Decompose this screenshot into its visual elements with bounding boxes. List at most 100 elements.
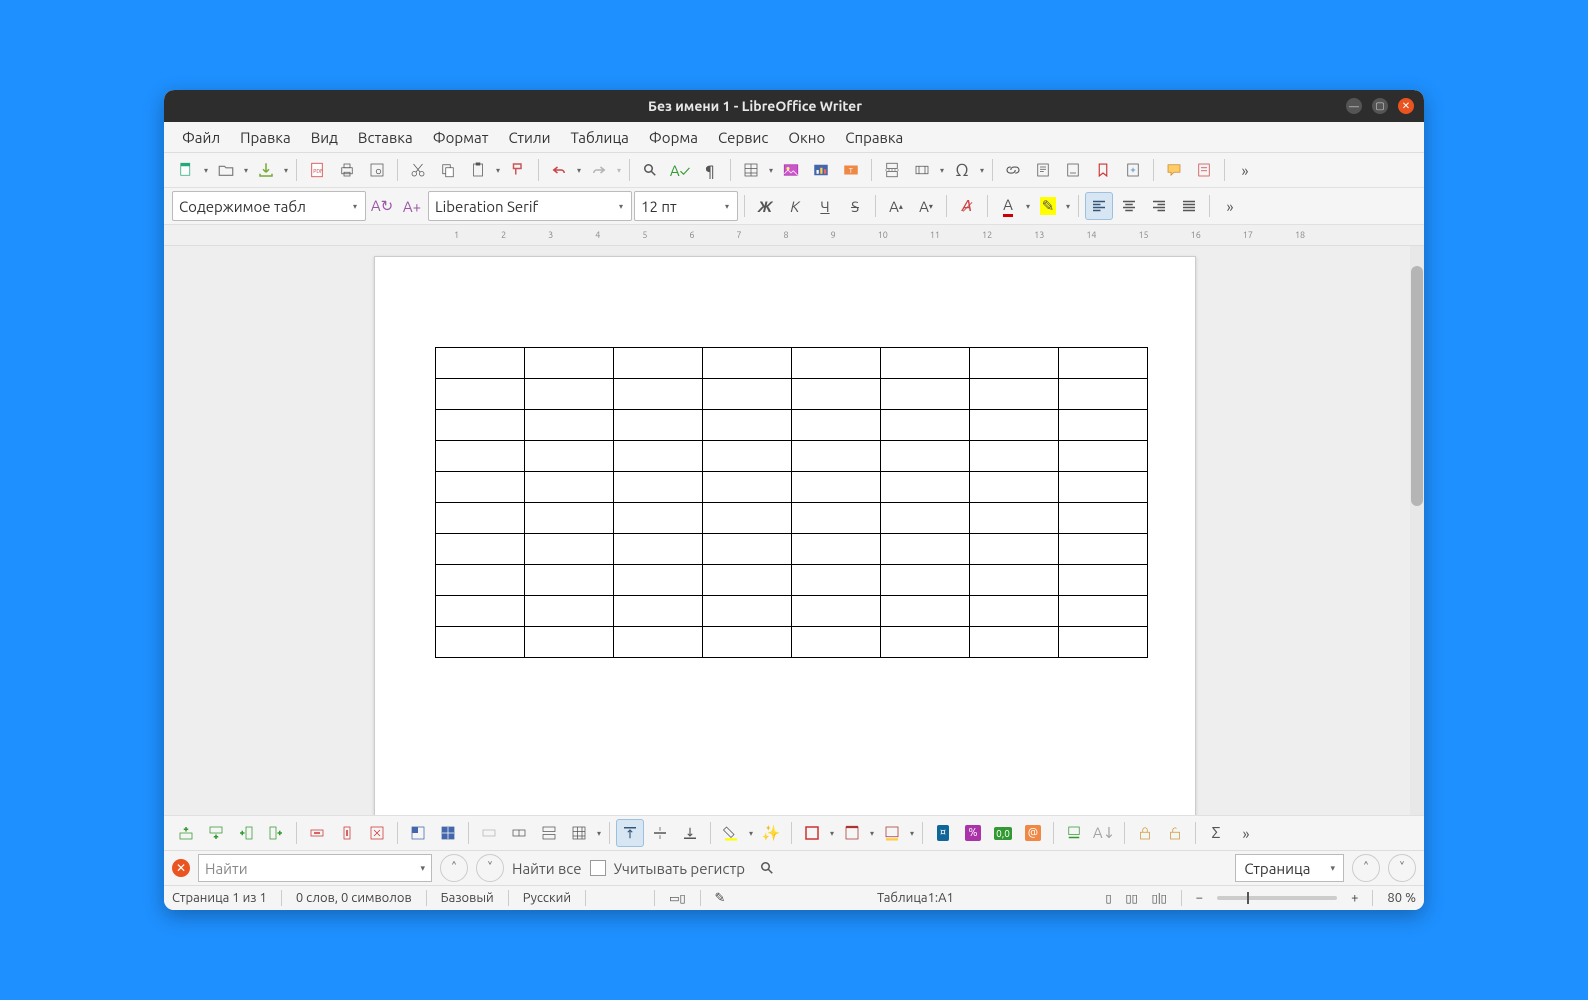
highlight-dropdown[interactable]: ▾ — [1064, 193, 1072, 219]
table-cell[interactable] — [792, 565, 881, 596]
table-cell[interactable] — [614, 379, 703, 410]
table-cell[interactable] — [614, 627, 703, 658]
insert-comment-icon[interactable] — [1160, 156, 1188, 184]
insert-page-break-icon[interactable] — [878, 156, 906, 184]
undo-dropdown[interactable]: ▾ — [575, 157, 583, 183]
table-cell[interactable] — [525, 472, 614, 503]
table-cell[interactable] — [436, 503, 525, 534]
table-cell[interactable] — [881, 472, 970, 503]
align-middle-icon[interactable] — [646, 819, 674, 847]
table-cell[interactable] — [881, 379, 970, 410]
sort-icon[interactable]: A↓ — [1090, 819, 1118, 847]
font-name-combo[interactable]: Liberation Serif ▾ — [428, 191, 632, 221]
status-selection-mode-icon[interactable]: ▭▯ — [669, 892, 685, 905]
table-cell[interactable] — [792, 441, 881, 472]
find-prev-button[interactable]: ˄ — [440, 854, 468, 882]
strikethrough-icon[interactable]: S — [841, 192, 869, 220]
table-cell[interactable] — [970, 534, 1059, 565]
align-bottom-icon[interactable] — [676, 819, 704, 847]
insert-field-dropdown[interactable]: ▾ — [938, 157, 946, 183]
toolbar-overflow-icon[interactable]: » — [1231, 156, 1259, 184]
table-cell[interactable] — [525, 348, 614, 379]
menu-format[interactable]: Формат — [425, 125, 497, 150]
table-cell[interactable] — [1059, 348, 1148, 379]
table-cell[interactable] — [436, 565, 525, 596]
insert-hyperlink-icon[interactable] — [999, 156, 1027, 184]
table-cell[interactable] — [614, 503, 703, 534]
table-cell[interactable] — [792, 348, 881, 379]
table-cell[interactable] — [1059, 472, 1148, 503]
table-cell[interactable] — [525, 410, 614, 441]
optimize-size-icon[interactable] — [565, 819, 593, 847]
number-format-currency-icon[interactable]: ¤ — [929, 819, 957, 847]
copy-icon[interactable] — [434, 156, 462, 184]
highlight-icon[interactable]: ✎ — [1034, 192, 1062, 220]
align-right-icon[interactable] — [1145, 192, 1173, 220]
table-cell[interactable] — [881, 410, 970, 441]
table-cell[interactable] — [792, 534, 881, 565]
table-cell[interactable] — [525, 627, 614, 658]
table-cell[interactable] — [1059, 410, 1148, 441]
formatting-overflow-icon[interactable]: » — [1216, 192, 1244, 220]
menu-file[interactable]: Файл — [174, 125, 228, 150]
table-cell[interactable] — [525, 441, 614, 472]
table-cell[interactable] — [614, 441, 703, 472]
insert-bookmark-icon[interactable] — [1089, 156, 1117, 184]
delete-table-icon[interactable] — [363, 819, 391, 847]
table-cell[interactable] — [703, 627, 792, 658]
zoom-out-button[interactable]: − — [1196, 891, 1203, 905]
border-color-dropdown[interactable]: ▾ — [908, 820, 916, 846]
underline-icon[interactable]: Ч — [811, 192, 839, 220]
table-cell[interactable] — [792, 472, 881, 503]
split-table-icon[interactable] — [535, 819, 563, 847]
status-page-style[interactable]: Базовый — [441, 891, 494, 905]
view-single-page-icon[interactable]: ▯ — [1105, 892, 1111, 905]
border-width-icon[interactable] — [838, 819, 866, 847]
insert-row-below-icon[interactable] — [202, 819, 230, 847]
table-cell[interactable] — [436, 534, 525, 565]
insert-row-above-icon[interactable] — [172, 819, 200, 847]
table-cell[interactable] — [614, 596, 703, 627]
border-style-dropdown[interactable]: ▾ — [828, 820, 836, 846]
table-cell[interactable] — [1059, 534, 1148, 565]
scroll-thumb[interactable] — [1411, 266, 1423, 506]
menu-table[interactable]: Таблица — [563, 125, 637, 150]
find-options-icon[interactable] — [753, 854, 781, 882]
subscript-icon[interactable]: A▾ — [912, 192, 940, 220]
table-cell[interactable] — [436, 441, 525, 472]
table-cell[interactable] — [1059, 596, 1148, 627]
table-cell[interactable] — [881, 627, 970, 658]
formatting-marks-icon[interactable]: ¶ — [696, 156, 724, 184]
menu-help[interactable]: Справка — [837, 125, 911, 150]
insert-table-icon[interactable] — [737, 156, 765, 184]
table-cell[interactable] — [1059, 565, 1148, 596]
open-icon[interactable] — [212, 156, 240, 184]
view-multi-page-icon[interactable]: ▯▯ — [1126, 892, 1138, 905]
merge-cells-icon[interactable] — [475, 819, 503, 847]
table-cell[interactable] — [970, 503, 1059, 534]
insert-field-icon[interactable] — [908, 156, 936, 184]
insert-image-icon[interactable] — [777, 156, 805, 184]
table-cell[interactable] — [614, 348, 703, 379]
border-style-icon[interactable] — [798, 819, 826, 847]
font-color-dropdown[interactable]: ▾ — [1024, 193, 1032, 219]
table-cell[interactable] — [436, 472, 525, 503]
table-cell[interactable] — [1059, 379, 1148, 410]
insert-col-before-icon[interactable] — [232, 819, 260, 847]
insert-endnote-icon[interactable] — [1059, 156, 1087, 184]
insert-textbox-icon[interactable]: T — [837, 156, 865, 184]
italic-icon[interactable]: К — [781, 192, 809, 220]
table-cell[interactable] — [970, 472, 1059, 503]
table-cell[interactable] — [703, 379, 792, 410]
find-all-button[interactable]: Найти все — [512, 860, 582, 877]
autoformat-icon[interactable]: ✨ — [757, 819, 785, 847]
menu-view[interactable]: Вид — [303, 125, 346, 150]
status-cell[interactable]: Таблица1:A1 — [877, 891, 954, 905]
view-book-icon[interactable]: ▯|▯ — [1152, 892, 1167, 905]
menu-form[interactable]: Форма — [641, 125, 706, 150]
minimize-button[interactable]: — — [1346, 98, 1362, 114]
sum-icon[interactable]: Σ — [1202, 819, 1230, 847]
horizontal-ruler[interactable]: 1 2 3 4 5 6 7 8 9 10 11 12 13 14 15 16 1… — [164, 225, 1424, 246]
vertical-scrollbar[interactable] — [1410, 246, 1424, 815]
align-center-icon[interactable] — [1115, 192, 1143, 220]
